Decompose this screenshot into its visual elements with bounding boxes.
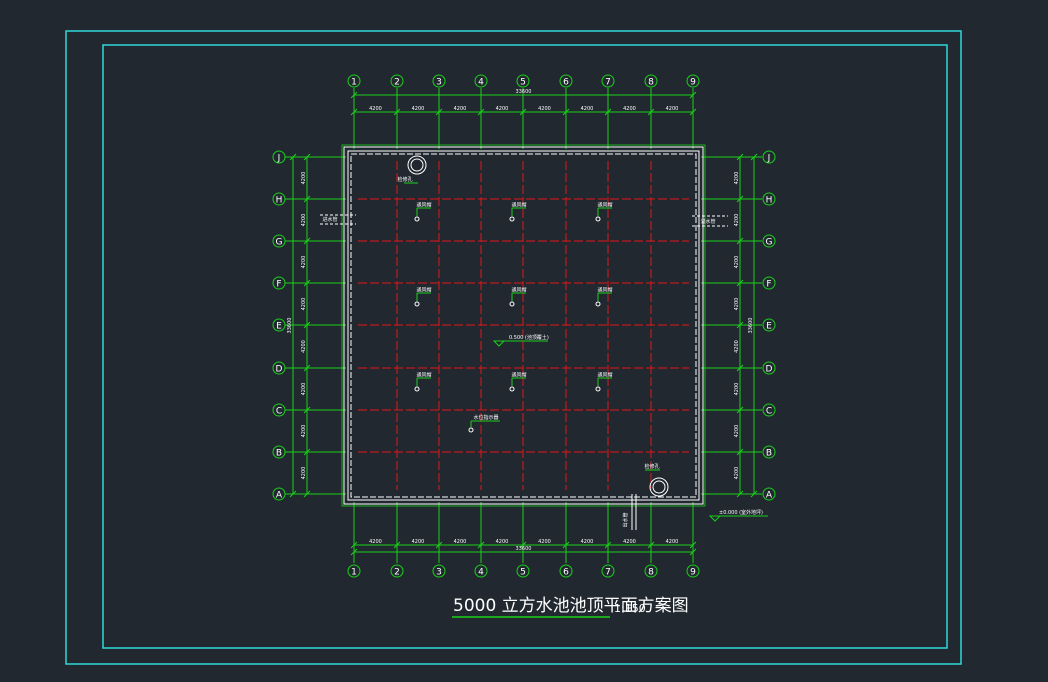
dim-text-row-spacing: 4200 [301,256,307,269]
dim-text-col-spacing: 4200 [623,539,636,545]
axis-bubble-col-bottom-label: 7 [605,568,611,578]
label-vent: 通风帽 [416,287,431,294]
axis-bubble-col-top-label: 4 [478,78,484,88]
dim-text-row-spacing: 4200 [734,256,740,269]
axis-bubble-row-left-label: F [276,280,281,290]
axis-bubble-row-right-label: D [766,365,773,375]
label-vent: 通风帽 [511,202,526,209]
dim-text-row-spacing: 4200 [301,467,307,480]
axis-bubble-col-bottom-label: 4 [478,568,484,578]
dim-text-col-spacing: 4200 [412,106,425,112]
axis-bubble-col-bottom-label: 6 [563,568,569,578]
axis-bubble-col-top-label: 6 [563,78,569,88]
axis-bubble-row-right-label: B [766,449,772,459]
axis-bubble-col-top-label: 3 [436,78,442,88]
label-manhole-br: 检修孔 [644,463,659,470]
dim-text-col-spacing: 4200 [369,539,382,545]
axis-bubble-row-right-label: J [767,154,771,164]
axis-bubble-col-bottom-label: 3 [436,568,442,578]
axis-bubble-col-top-label: 5 [520,78,526,88]
dim-text-col-spacing: 4200 [369,106,382,112]
dim-text-col-spacing: 4200 [581,106,594,112]
axis-bubble-row-right-label: E [766,322,772,332]
dim-text-col-spacing: 4200 [581,539,594,545]
axis-bubble-row-left-label: A [276,491,283,501]
label-vent: 通风帽 [597,202,612,209]
dim-text-row-spacing: 4200 [734,340,740,353]
axis-bubble-col-top-label: 8 [648,78,654,88]
label-vent: 通风帽 [597,287,612,294]
dim-text-col-spacing: 4200 [454,106,467,112]
axis-bubble-row-left-label: D [276,365,283,375]
axis-bubble-row-right-label: C [766,407,772,417]
dim-text-row-spacing: 4200 [734,467,740,480]
axis-bubble-row-right-label: G [766,238,773,248]
axis-bubble-row-right-label: F [766,280,771,290]
drawing-scale: 1:150 [614,602,646,615]
dim-text-row-spacing: 4200 [301,383,307,396]
dim-text-overall-width: 33600 [516,89,532,95]
axis-bubble-col-top-label: 2 [394,78,400,88]
drawing-title-block: 5000 立方水池池顶平面方案图 1:150 [452,596,689,618]
dim-text-col-spacing: 4200 [538,539,551,545]
dim-text-row-spacing: 4200 [734,298,740,311]
label-vent: 通风帽 [416,372,431,379]
axis-bubble-col-bottom-label: 1 [351,568,357,578]
dim-text-col-spacing: 4200 [666,539,679,545]
axis-bubble-row-left-label: E [276,322,282,332]
drawing-canvas: 4200 4200 4200 4200 4200 4200 4200 420033600420… [0,0,1048,682]
dim-text-col-spacing: 4200 [412,539,425,545]
axis-bubble-row-left-label: G [276,238,283,248]
label-pipe-left: 进水管 [322,216,337,223]
label-vent: 通风帽 [416,202,431,209]
axis-bubble-col-bottom-label: 9 [690,568,696,578]
dim-text-row-spacing: 4200 [734,214,740,227]
dim-text-overall-width: 33600 [516,546,532,552]
label-pipe-right: 溢水管 [700,218,715,225]
axis-bubble-col-top-label: 7 [605,78,611,88]
label-ground-level: ±0.000 (室外地坪) [719,509,763,516]
label-vent: 通风帽 [597,372,612,379]
axis-bubble-col-bottom-label: 2 [394,568,400,578]
dim-text-col-spacing: 4200 [496,539,509,545]
dim-text-row-spacing: 4200 [301,425,307,438]
dim-text-row-spacing: 4200 [734,383,740,396]
label-vent: 通风帽 [511,287,526,294]
dim-text-row-spacing: 4200 [301,340,307,353]
dim-text-col-spacing: 4200 [454,539,467,545]
axis-bubble-col-bottom-label: 8 [648,568,654,578]
dim-text-row-spacing: 4200 [301,298,307,311]
dim-text-overall-height: 33600 [748,318,754,334]
dim-text-overall-height: 33600 [287,318,293,334]
axis-bubble-col-top-label: 1 [351,78,357,88]
dim-text-col-spacing: 4200 [623,106,636,112]
axis-bubble-row-right-label: A [766,491,773,501]
dim-text-row-spacing: 4200 [301,172,307,185]
label-manhole-tl: 检修孔 [397,176,412,183]
axis-bubble-row-left-label: C [276,407,282,417]
axis-bubble-row-right-label: H [766,196,773,206]
dim-text-row-spacing: 4200 [301,214,307,227]
dim-text-row-spacing: 4200 [734,172,740,185]
axis-bubble-row-left-label: B [276,449,282,459]
axis-bubble-row-left-label: H [276,196,283,206]
dim-text-col-spacing: 4200 [496,106,509,112]
label-gauge: 水位指示器 [473,414,498,421]
dim-text-row-spacing: 4200 [734,425,740,438]
label-pipe-bottom: 出水管 [622,512,629,527]
dim-text-col-spacing: 4200 [538,106,551,112]
label-center-level: 0.500 (池顶覆土) [509,334,549,341]
drawing-title: 5000 立方水池池顶平面方案图 [453,596,689,616]
axis-bubble-col-top-label: 9 [690,78,696,88]
axis-bubble-row-left-label: J [277,154,281,164]
axis-bubble-col-bottom-label: 5 [520,568,526,578]
label-vent: 通风帽 [511,372,526,379]
dim-text-col-spacing: 4200 [666,106,679,112]
